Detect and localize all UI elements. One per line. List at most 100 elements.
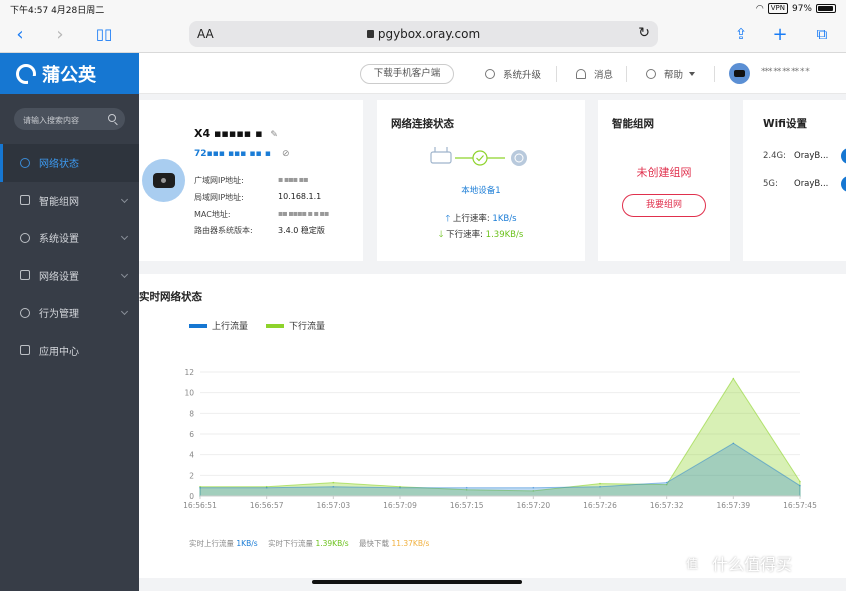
upload-rate-value: 1KB/s bbox=[492, 214, 517, 224]
chevron-down-icon bbox=[120, 195, 129, 203]
edit-icon[interactable]: ✎ bbox=[270, 130, 278, 140]
connection-diagram bbox=[430, 147, 527, 166]
footer-peak-value: 11.37KB/s bbox=[391, 539, 430, 548]
data-point bbox=[199, 486, 201, 489]
data-point bbox=[799, 484, 801, 487]
wifi-24g-toggle[interactable] bbox=[841, 148, 846, 164]
forward-icon[interactable]: › bbox=[48, 23, 72, 45]
wifi-band: 2.4G: bbox=[763, 151, 786, 161]
wifi-5g-toggle[interactable] bbox=[841, 176, 846, 192]
x-tick-label: 16:57:39 bbox=[716, 501, 750, 510]
globe-icon bbox=[511, 150, 527, 166]
bookmarks-icon[interactable]: ▯▯ bbox=[92, 23, 116, 45]
firmware-label: 路由器系统版本: bbox=[194, 226, 253, 235]
brand-logo[interactable]: 蒲公英 bbox=[0, 53, 139, 94]
hide-eye-icon[interactable]: ⊘ bbox=[282, 149, 290, 159]
wan-ip-value: ▪ ▪▪▪ ▪▪ bbox=[278, 175, 309, 184]
x-tick-label: 16:57:20 bbox=[516, 501, 550, 510]
watermark-logo: 值 bbox=[680, 551, 704, 575]
network-status-card: 网络连接状态 本地设备1 🡑 上行速率: 1KB/s 🡓 下行速率: 1.39K… bbox=[377, 100, 585, 261]
reload-icon[interactable]: ↻ bbox=[638, 25, 650, 41]
caret-down-icon bbox=[689, 72, 696, 76]
brand-name: 蒲公英 bbox=[42, 64, 96, 86]
sidebar-item-label: 应用中心 bbox=[39, 346, 79, 358]
home-indicator bbox=[312, 580, 522, 584]
create-network-button[interactable]: 我要组网 bbox=[622, 194, 706, 217]
watermark-text: 什么值得买 bbox=[712, 555, 793, 574]
check-icon bbox=[472, 150, 488, 166]
router-icon bbox=[152, 173, 175, 188]
lan-ip-value: 10.168.1.1 bbox=[278, 192, 322, 201]
battery-icon bbox=[816, 4, 836, 13]
y-tick-label: 10 bbox=[184, 389, 194, 398]
battery-percent: 97% bbox=[791, 3, 812, 14]
smart-network-card: 智能组网 未创建组网 我要组网 bbox=[598, 100, 730, 261]
y-tick-label: 4 bbox=[189, 451, 194, 460]
sidebar-item-system-settings[interactable]: 系统设置 bbox=[0, 219, 139, 257]
sidebar-item-label: 网络设置 bbox=[39, 271, 79, 283]
upload-rate-label: 上行速率: bbox=[452, 214, 490, 224]
gear-icon bbox=[20, 232, 30, 243]
chevron-down-icon bbox=[120, 232, 129, 241]
system-upgrade-link[interactable]: 系统升级 bbox=[485, 67, 541, 81]
data-point bbox=[799, 480, 801, 483]
sidebar-item-network-status[interactable]: 网络状态 bbox=[0, 144, 139, 182]
data-point bbox=[599, 485, 601, 488]
cube-icon bbox=[20, 345, 30, 356]
sidebar-item-label: 系统设置 bbox=[39, 234, 79, 246]
download-app-button[interactable]: 下载手机客户端 bbox=[360, 64, 454, 84]
wifi-title: Wifi设置 bbox=[763, 118, 807, 130]
avatar[interactable] bbox=[729, 63, 750, 84]
network-status-icon bbox=[20, 157, 30, 168]
y-tick-label: 12 bbox=[184, 368, 194, 377]
help-menu[interactable]: 帮助 bbox=[646, 67, 696, 81]
data-point bbox=[732, 377, 735, 380]
router-icon bbox=[734, 70, 745, 77]
footer-download-value: 1.39KB/s bbox=[315, 539, 349, 548]
firmware-value: 3.4.0 稳定版 bbox=[278, 226, 325, 235]
sidebar-item-label: 网络状态 bbox=[39, 159, 79, 171]
wifi-icon: ◠ bbox=[755, 3, 764, 14]
divider bbox=[626, 66, 627, 82]
down-arrow-icon: 🡓 bbox=[438, 230, 444, 240]
user-name[interactable]: *** ** ** ** * * bbox=[761, 67, 810, 77]
sidebar-nav: 网络状态 智能组网 系统设置 网络设置 行为管理 应用中心 bbox=[0, 144, 139, 369]
bell-icon bbox=[576, 69, 586, 79]
sidebar-item-network-settings[interactable]: 网络设置 bbox=[0, 257, 139, 295]
wifi-band: 5G: bbox=[763, 179, 778, 189]
local-device-link[interactable]: 本地设备1 bbox=[377, 184, 585, 196]
sidebar-item-smart-network[interactable]: 智能组网 bbox=[0, 182, 139, 220]
x-tick-label: 16:57:15 bbox=[450, 501, 484, 510]
x-tick-label: 16:57:45 bbox=[783, 501, 817, 510]
sidebar-item-label: 行为管理 bbox=[39, 309, 79, 321]
x-tick-label: 16:57:03 bbox=[316, 501, 350, 510]
sidebar-search[interactable] bbox=[14, 108, 125, 132]
address-bar[interactable]: AA pgybox.oray.com ↻ bbox=[189, 21, 658, 47]
time-date: 下午4:57 4月28日周二 bbox=[10, 6, 105, 16]
wifi-ssid: OrayB... bbox=[794, 179, 829, 189]
sidebar-item-behavior[interactable]: 行为管理 bbox=[0, 294, 139, 332]
search-input[interactable] bbox=[14, 109, 104, 132]
top-header: 下载手机客户端 系统升级 消息 帮助 *** ** ** ** * * bbox=[139, 53, 846, 94]
back-icon[interactable]: ‹ bbox=[8, 23, 32, 45]
data-point bbox=[599, 482, 601, 485]
wan-ip-label: 广域网IP地址: bbox=[194, 176, 244, 185]
wifi-5g-row: 5G: OrayB... bbox=[763, 179, 828, 189]
wifi-ssid: OrayB... bbox=[794, 151, 829, 161]
messages-link[interactable]: 消息 bbox=[576, 67, 613, 81]
y-tick-label: 6 bbox=[189, 430, 194, 439]
sidebar-item-app-center[interactable]: 应用中心 bbox=[0, 332, 139, 370]
share-icon[interactable]: ⇪ bbox=[729, 23, 753, 45]
new-tab-icon[interactable]: + bbox=[768, 23, 792, 45]
traffic-chart: 0 2 4 6 8 10 12 16:56:51 16:56:57 16:57:03 16:57:0… bbox=[183, 368, 817, 510]
browser-toolbar: ‹ › ▯▯ AA pgybox.oray.com ↻ ⇪ + ⧉ bbox=[0, 17, 846, 53]
tabs-icon[interactable]: ⧉ bbox=[810, 23, 834, 45]
search-icon[interactable] bbox=[108, 114, 116, 122]
router-icon bbox=[430, 151, 452, 164]
up-arrow-icon: 🡑 bbox=[445, 214, 451, 224]
url-text: pgybox.oray.com bbox=[377, 27, 481, 41]
mac-label: MAC地址: bbox=[194, 210, 231, 219]
chevron-down-icon bbox=[120, 270, 129, 278]
upgrade-icon bbox=[485, 69, 495, 79]
data-point bbox=[399, 486, 401, 489]
